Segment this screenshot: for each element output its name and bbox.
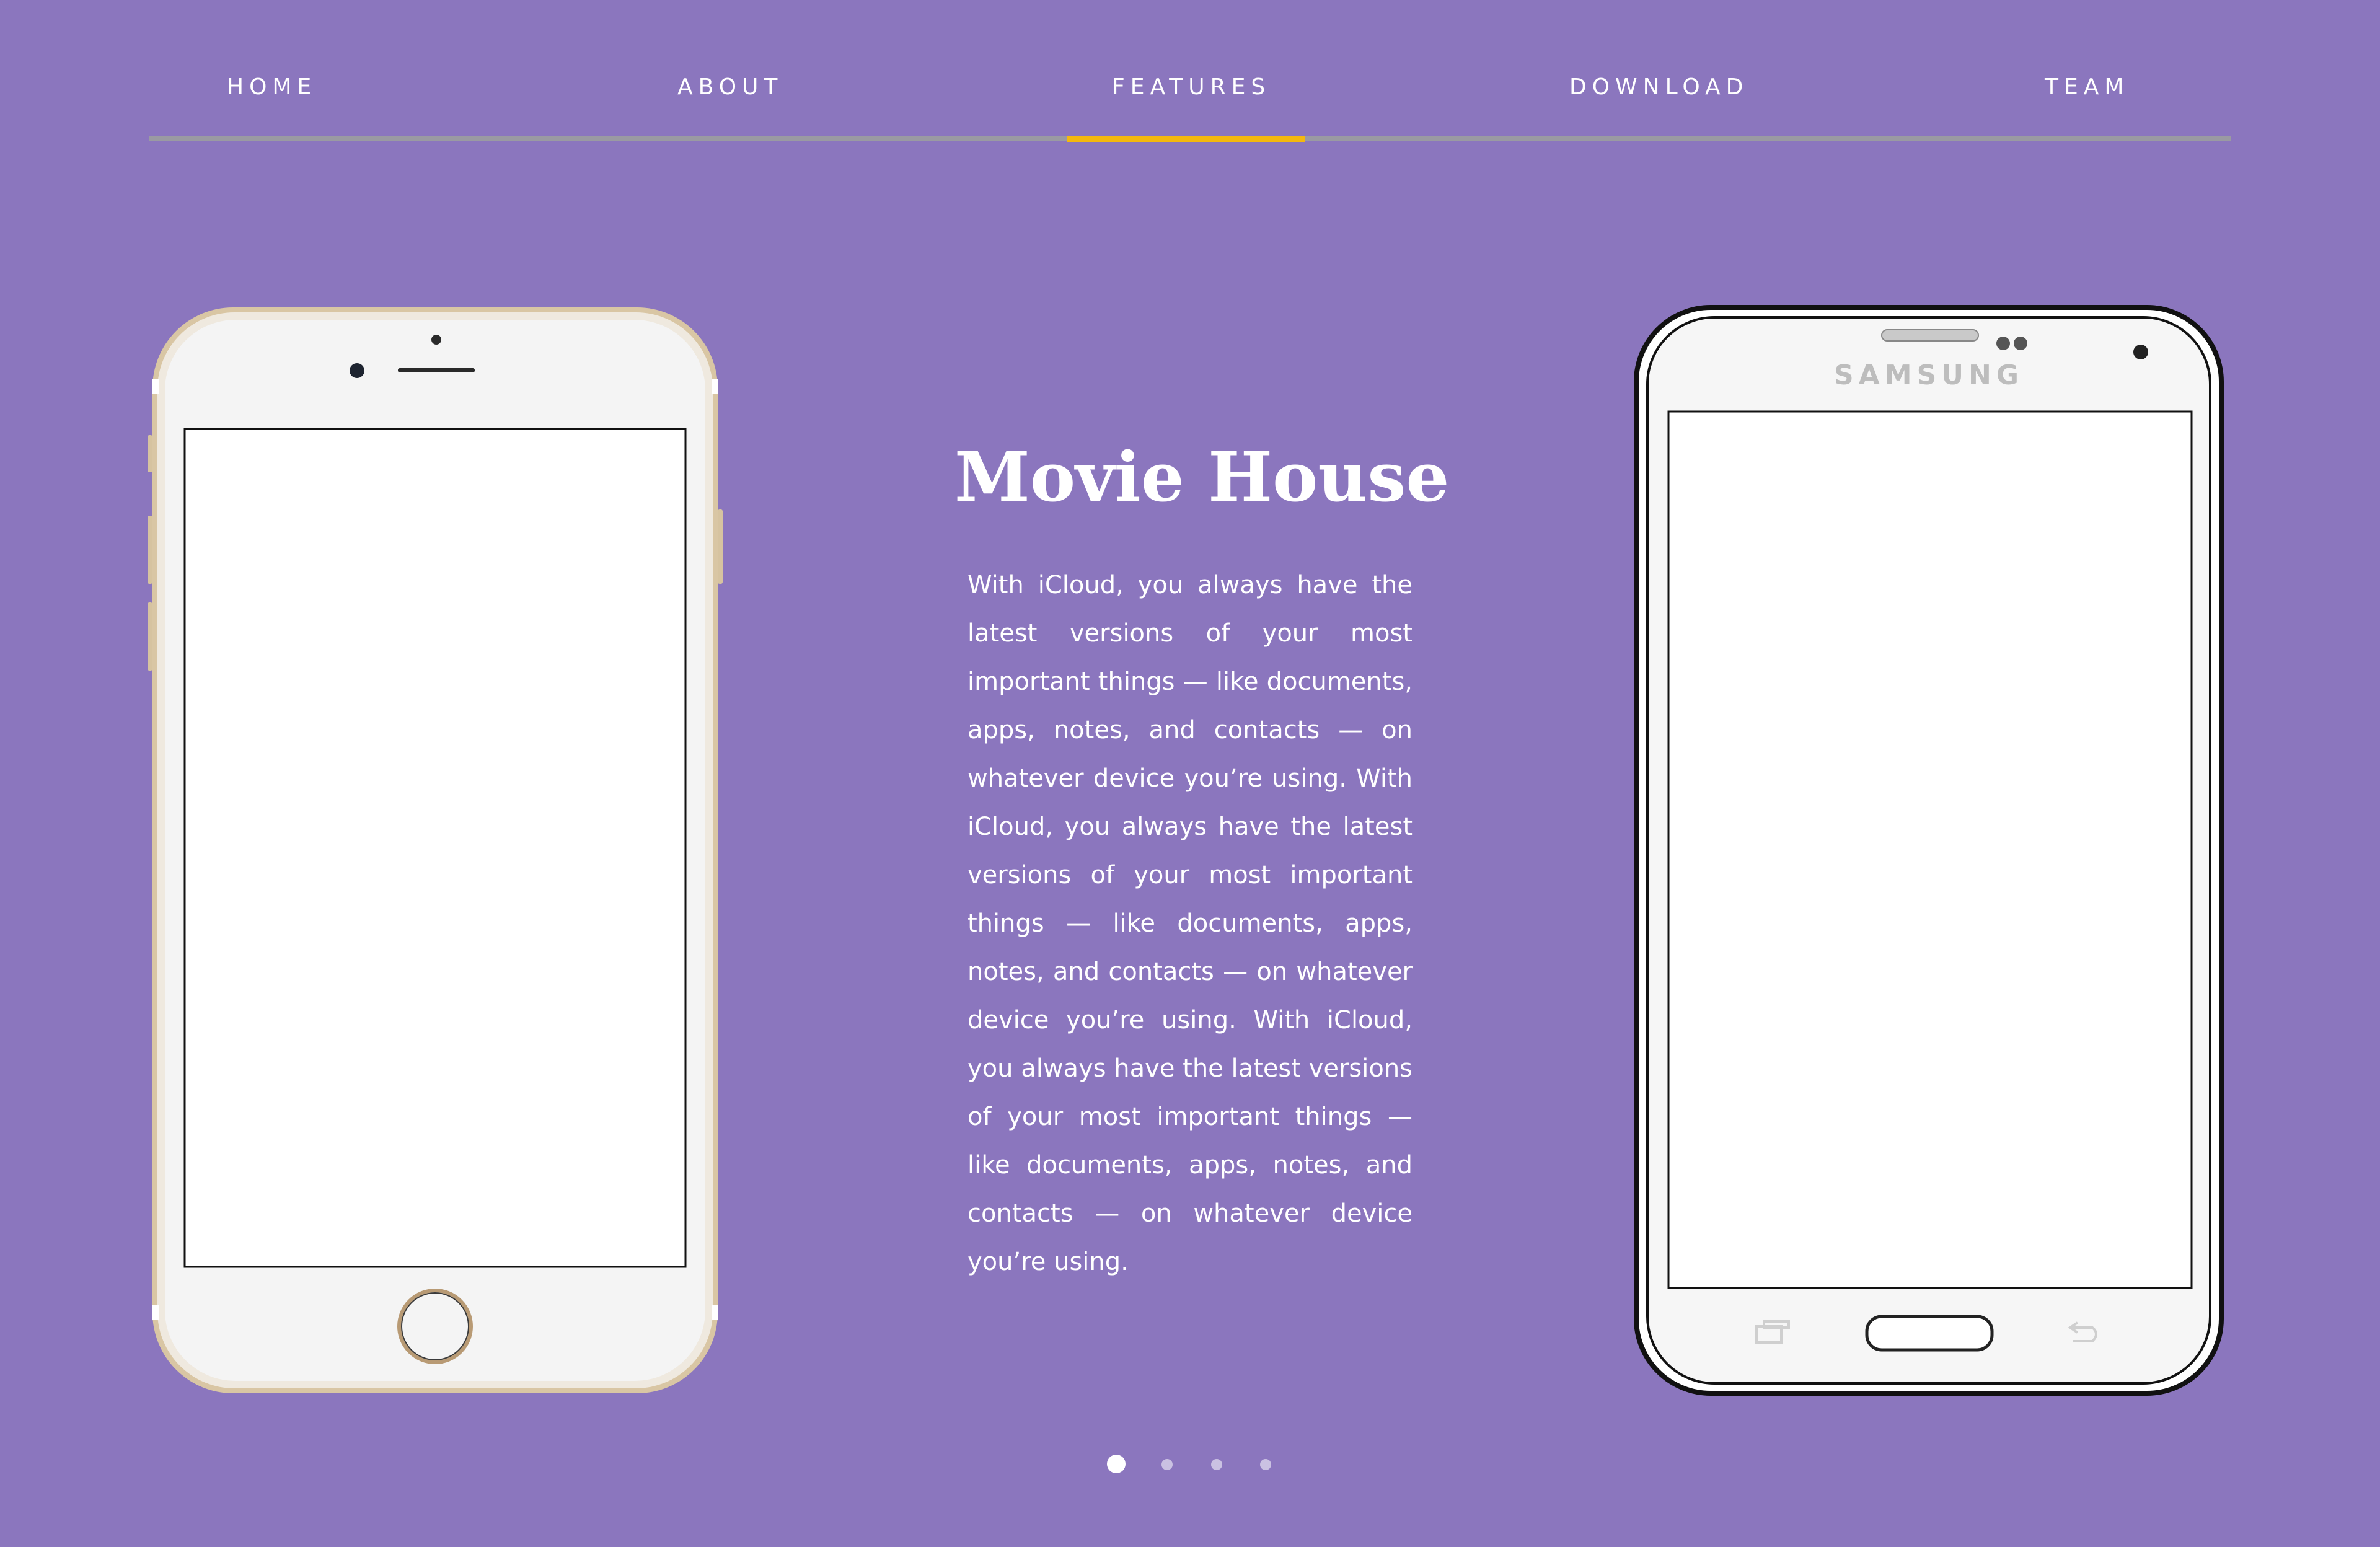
nav-active-indicator	[1067, 136, 1305, 142]
nav-item-home[interactable]: HOME	[227, 74, 317, 100]
carousel-pagination	[1103, 1453, 1277, 1478]
samsung-brand-logo: SAMSUNG	[1834, 359, 2024, 391]
nav-item-about[interactable]: ABOUT	[677, 74, 783, 100]
nav-item-download[interactable]: DOWNLOAD	[1569, 74, 1748, 100]
samsung-mockup: SAMSUNG	[1634, 305, 2224, 1396]
pagination-dot-1[interactable]	[1107, 1455, 1126, 1473]
pagination-dot-2[interactable]	[1161, 1459, 1173, 1470]
page-title: Movie House	[954, 437, 1450, 517]
description-text: With iCloud, you always have the latest …	[967, 571, 1413, 1276]
pagination-dot-4[interactable]	[1260, 1459, 1271, 1470]
nav-item-features[interactable]: FEATURES	[1112, 74, 1271, 100]
pagination-dot-3[interactable]	[1211, 1459, 1222, 1470]
iphone-mockup	[148, 305, 723, 1396]
nav-item-team[interactable]: TEAM	[2045, 74, 2129, 100]
top-navigation: HOME ABOUT FEATURES DOWNLOAD TEAM	[149, 0, 2231, 144]
